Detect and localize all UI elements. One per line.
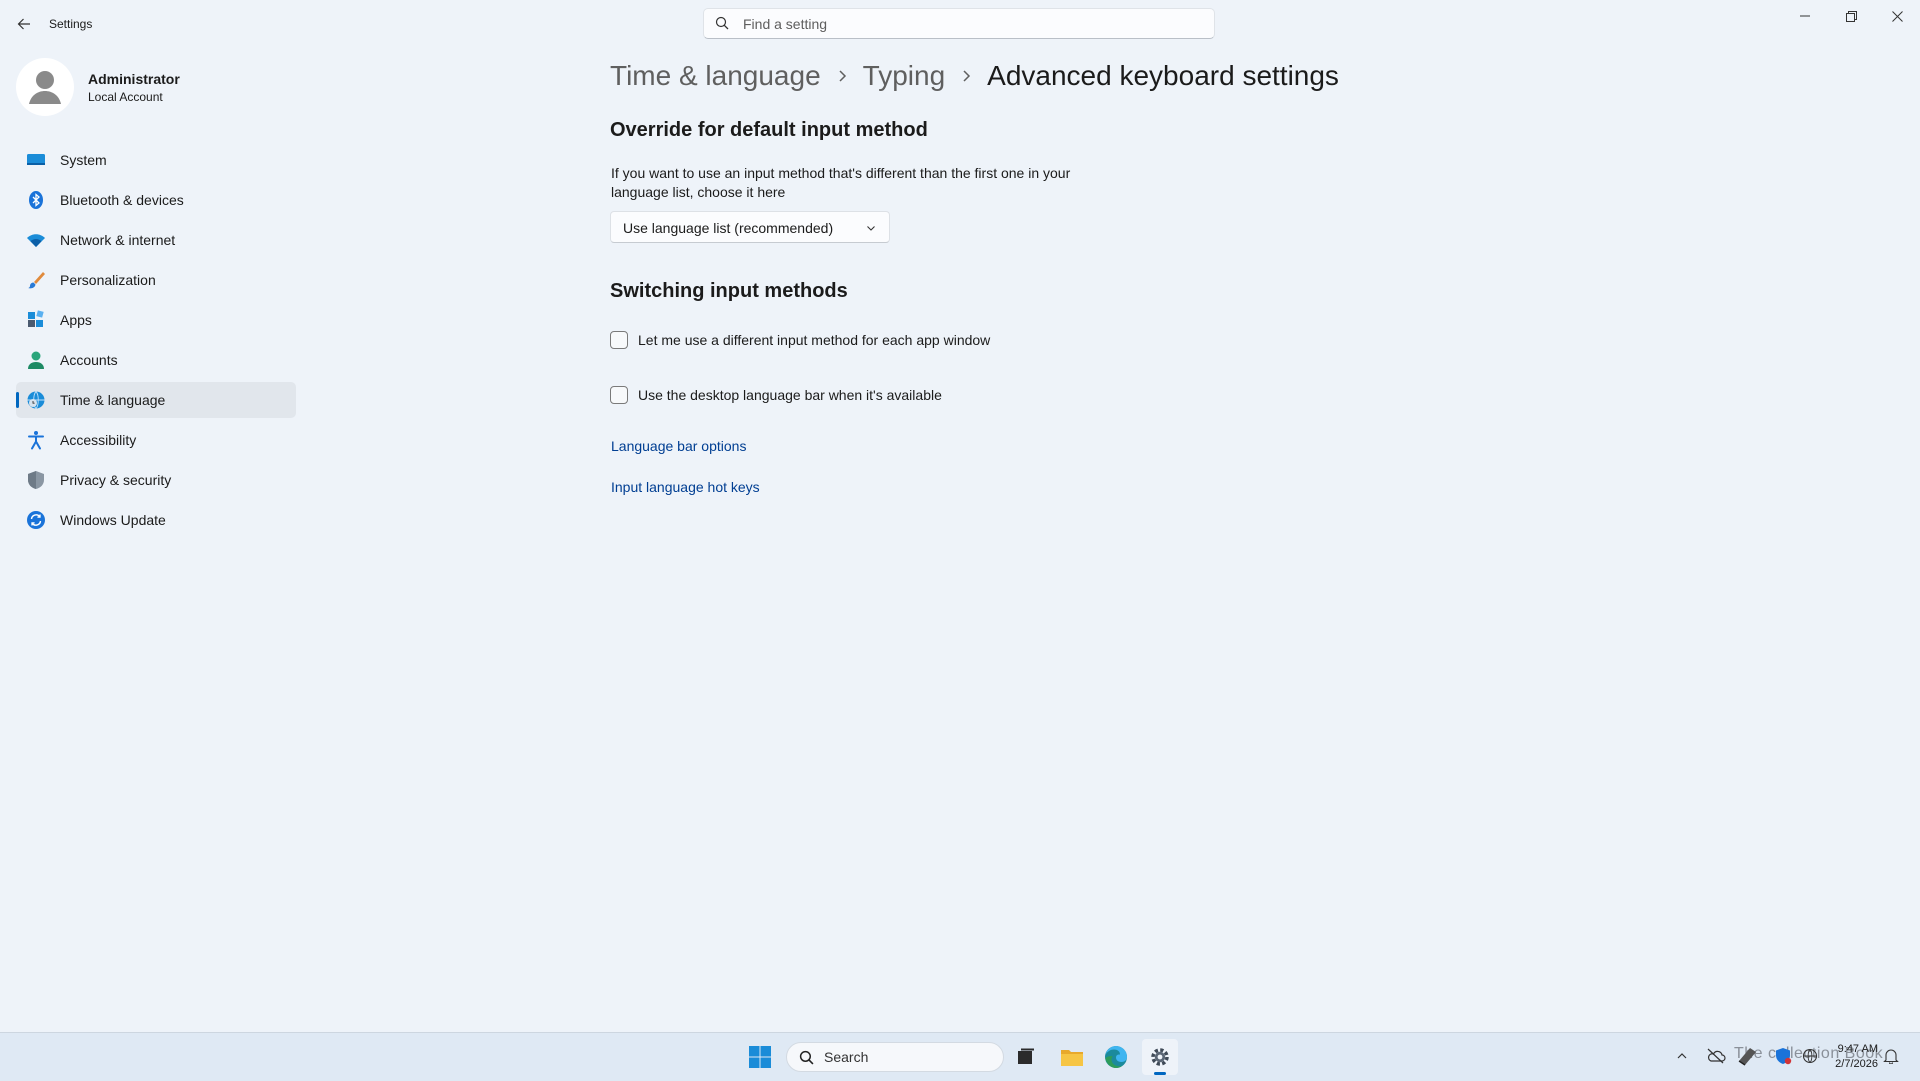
- sidebar-item-personalization[interactable]: Personalization: [16, 262, 296, 298]
- back-button[interactable]: [10, 10, 38, 38]
- chevron-right-icon: [821, 69, 863, 83]
- person-icon: [29, 71, 61, 104]
- update-icon: [26, 510, 46, 530]
- minimize-button[interactable]: [1782, 0, 1828, 32]
- title-bar: Settings: [0, 0, 1920, 48]
- avatar: [16, 58, 74, 116]
- search-icon: [799, 1050, 814, 1065]
- bluetooth-icon: [26, 190, 46, 210]
- taskbar-clock[interactable]: 9:47 AM 2/7/2026: [1822, 1042, 1878, 1072]
- notification-icon[interactable]: [1880, 1045, 1902, 1067]
- chevron-right-icon: [945, 69, 987, 83]
- dropdown-value: Use language list (recommended): [623, 220, 834, 236]
- clock-time: 9:47 AM: [1837, 1043, 1878, 1055]
- close-button[interactable]: [1874, 0, 1920, 32]
- page-title: Advanced keyboard settings: [987, 60, 1339, 91]
- task-view-button[interactable]: [1008, 1039, 1044, 1075]
- per-app-input-method-option[interactable]: Let me use a different input method for …: [610, 329, 990, 351]
- clock-date: 2/7/2026: [1835, 1058, 1878, 1070]
- sidebar-item-label: Accounts: [60, 352, 118, 368]
- task-view-icon: [1018, 1048, 1034, 1064]
- network-globe-icon[interactable]: [1799, 1045, 1821, 1067]
- accounts-icon: [26, 350, 46, 370]
- windows-logo-icon: [749, 1046, 771, 1068]
- language-bar-options-link[interactable]: Language bar options: [611, 438, 746, 454]
- sidebar-item-label: Bluetooth & devices: [60, 192, 184, 208]
- search-input[interactable]: [741, 14, 1185, 33]
- sidebar-item-accessibility[interactable]: Accessibility: [16, 422, 296, 458]
- sidebar-item-system[interactable]: System: [16, 142, 296, 178]
- sidebar-item-label: Personalization: [60, 272, 156, 288]
- chevron-up-icon[interactable]: [1671, 1045, 1693, 1067]
- wifi-icon: [26, 230, 46, 250]
- sidebar-item-label: System: [60, 152, 107, 168]
- accessibility-icon: [26, 430, 46, 450]
- sidebar-item-label: Network & internet: [60, 232, 176, 248]
- sidebar-item-apps[interactable]: Apps: [16, 302, 296, 338]
- globe-clock-icon: [26, 390, 46, 410]
- brush-icon: [26, 270, 46, 290]
- desktop-language-bar-option[interactable]: Use the desktop language bar when it's a…: [610, 384, 942, 406]
- notebook-icon: [1736, 1045, 1758, 1067]
- start-button[interactable]: [742, 1039, 778, 1075]
- app-title: Settings: [49, 17, 93, 31]
- gear-icon: [1151, 1048, 1169, 1066]
- minimize-icon: [1800, 15, 1810, 17]
- desktop-language-bar-label[interactable]: Use the desktop language bar when it's a…: [638, 387, 942, 403]
- close-icon: [1891, 10, 1903, 22]
- sidebar-item-bluetooth[interactable]: Bluetooth & devices: [16, 182, 296, 218]
- settings-taskbar-button[interactable]: [1142, 1039, 1178, 1075]
- sidebar-item-label: Privacy & security: [60, 472, 172, 488]
- sidebar-item-accounts[interactable]: Accounts: [16, 342, 296, 378]
- input-language-hot-keys-link[interactable]: Input language hot keys: [611, 479, 760, 495]
- restore-icon: [1845, 10, 1857, 22]
- onedrive-offline-icon[interactable]: [1705, 1045, 1727, 1067]
- shield-icon: [26, 470, 46, 490]
- edge-icon: [1105, 1046, 1127, 1068]
- override-description: If you want to use an input method that'…: [611, 165, 1071, 200]
- sidebar-item-windows-update[interactable]: Windows Update: [16, 502, 296, 538]
- taskbar-search-label: Search: [824, 1049, 869, 1065]
- defender-alert-icon[interactable]: [1772, 1045, 1794, 1067]
- search-icon: [715, 16, 731, 32]
- breadcrumb-typing[interactable]: Typing: [863, 60, 946, 92]
- profile-account-type: Local Account: [88, 90, 163, 104]
- breadcrumb: Time & language Typing Advanced keyboard…: [610, 54, 1339, 98]
- active-indicator: [16, 392, 19, 408]
- sidebar-item-label: Apps: [60, 312, 92, 328]
- sidebar-item-network[interactable]: Network & internet: [16, 222, 296, 258]
- breadcrumb-time-language[interactable]: Time & language: [610, 60, 821, 92]
- sidebar-item-label: Windows Update: [60, 512, 166, 528]
- restore-button[interactable]: [1828, 0, 1874, 32]
- apps-icon: [26, 310, 46, 330]
- sidebar-item-label: Accessibility: [60, 432, 137, 448]
- taskbar-search[interactable]: Search: [786, 1042, 1004, 1072]
- override-section-title: Override for default input method: [610, 119, 928, 141]
- per-app-input-method-checkbox[interactable]: [610, 331, 628, 349]
- desktop-language-bar-checkbox[interactable]: [610, 386, 628, 404]
- sidebar-item-time-language[interactable]: Time & language: [16, 382, 296, 418]
- taskbar: Search The collection Book 9:47 AM 2/7/2…: [0, 1032, 1920, 1081]
- user-profile[interactable]: Administrator Local Account: [16, 56, 296, 116]
- system-icon: [26, 150, 46, 170]
- folder-icon: [1061, 1050, 1083, 1066]
- file-explorer-button[interactable]: [1054, 1039, 1090, 1075]
- back-arrow-icon: [17, 18, 30, 30]
- profile-name: Administrator: [88, 71, 180, 87]
- sidebar-nav: System Bluetooth & devices Network & int…: [16, 142, 296, 542]
- sidebar-item-privacy[interactable]: Privacy & security: [16, 462, 296, 498]
- chevron-down-icon: [865, 222, 877, 234]
- default-input-method-dropdown[interactable]: Use language list (recommended): [610, 211, 890, 243]
- sidebar-item-label: Time & language: [60, 392, 166, 408]
- settings-search[interactable]: [703, 8, 1215, 39]
- switching-section-title: Switching input methods: [610, 280, 848, 302]
- edge-button[interactable]: [1098, 1039, 1134, 1075]
- per-app-input-method-label[interactable]: Let me use a different input method for …: [638, 332, 990, 348]
